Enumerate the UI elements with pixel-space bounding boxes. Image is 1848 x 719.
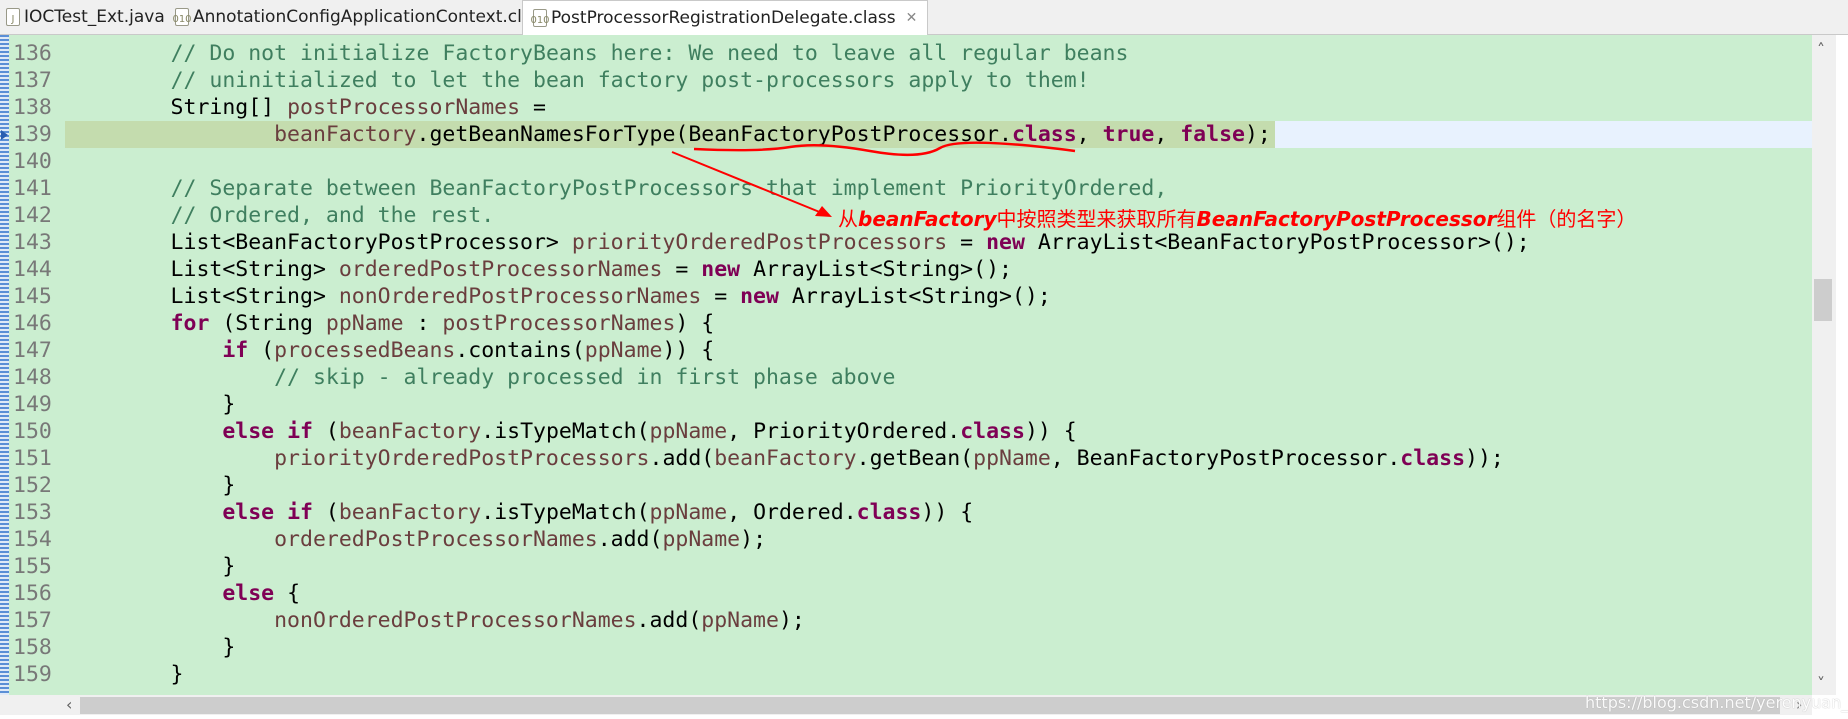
code-text: List<String> nonOrderedPostProcessorName… [67,284,1051,309]
line-number: 147 [13,338,52,363]
code-line[interactable]: 136 // Do not initialize FactoryBeans he… [0,40,1812,67]
code-line[interactable]: 156 else { [0,580,1812,607]
line-number: 153 [13,500,52,525]
annotation-part: beanFactory [858,207,997,231]
tab-label: PostProcessorRegistrationDelegate.class [551,8,896,28]
code-line[interactable]: 157 nonOrderedPostProcessorNames.add(ppN… [0,607,1812,634]
code-line[interactable]: 143 List<BeanFactoryPostProcessor> prior… [0,229,1812,256]
scroll-left-icon[interactable]: ‹ [66,695,72,714]
code-text: // Separate between BeanFactoryPostProce… [170,176,1168,201]
line-number: 145 [13,284,52,309]
code-text: else { [222,581,301,606]
code-text: for (String ppName : postProcessorNames)… [170,311,715,336]
code-text: priorityOrderedPostProcessors.add(beanFa… [274,446,1504,471]
tab-annotation-config-application-context[interactable]: 010 AnnotationConfigApplicationContext.cl… [172,0,550,34]
code-text: List<BeanFactoryPostProcessor> priorityO… [67,230,1530,255]
code-text: // uninitialized to let the bean factory… [170,68,1090,93]
vertical-scrollbar[interactable] [1812,35,1836,695]
line-number: 137 [13,68,52,93]
code-line[interactable]: 141 // Separate between BeanFactoryPostP… [0,175,1812,202]
current-line-marker-icon [1,130,8,140]
line-number: 149 [13,392,52,417]
code-line[interactable]: 147 if (processedBeans.contains(ppName))… [0,337,1812,364]
code-text: // skip - already processed in first pha… [274,365,896,390]
code-text: List<String> orderedPostProcessorNames =… [67,257,1012,282]
line-number: 141 [13,176,52,201]
line-number: 148 [13,365,52,390]
code-line[interactable]: 158 } [0,634,1812,661]
line-number: 157 [13,608,52,633]
code-text: beanFactory.getBeanNamesForType(BeanFact… [274,122,1271,147]
code-line[interactable]: 152 } [0,472,1812,499]
watermark: https://blog.csdn.net/yerenyuan_pku [1585,693,1848,712]
code-text: } [67,635,236,660]
line-number: 136 [13,41,52,66]
code-editor[interactable]: 136 // Do not initialize FactoryBeans he… [0,35,1812,695]
tab-label: AnnotationConfigApplicationContext.class [193,7,550,27]
code-line[interactable]: 138 String[] postProcessorNames = [0,94,1812,121]
tab-label: IOCTest_Ext.java [24,7,165,27]
code-text: } [67,554,236,579]
code-line[interactable]: 144 List<String> orderedPostProcessorNam… [0,256,1812,283]
code-text: else if (beanFactory.isTypeMatch(ppName,… [222,500,974,525]
class-file-icon: 010 [530,9,550,27]
code-text: } [67,473,236,498]
code-line[interactable]: 137 // uninitialized to let the bean fac… [0,67,1812,94]
scroll-down-icon[interactable]: ˅ [1817,674,1825,693]
code-line[interactable]: 151 priorityOrderedPostProcessors.add(be… [0,445,1812,472]
code-line[interactable]: 145 List<String> nonOrderedPostProcessor… [0,283,1812,310]
code-line[interactable]: 140 [0,148,1812,175]
line-number: 152 [13,473,52,498]
class-file-icon: 010 [172,8,192,26]
annotation-part: BeanFactoryPostProcessor [1196,207,1497,231]
line-number: 143 [13,230,52,255]
scroll-up-icon[interactable]: ˄ [1817,40,1825,59]
code-line[interactable]: 153 else if (beanFactory.isTypeMatch(ppN… [0,499,1812,526]
current-line-highlight [1275,121,1812,148]
annotation-part: 组件（的名字） [1496,207,1637,231]
code-line[interactable]: 146 for (String ppName : postProcessorNa… [0,310,1812,337]
line-number: 144 [13,257,52,282]
vertical-scrollbar-thumb[interactable] [1814,279,1832,321]
code-text: } [67,662,184,687]
code-text: nonOrderedPostProcessorNames.add(ppName)… [274,608,805,633]
code-text: // Do not initialize FactoryBeans here: … [170,41,1129,66]
line-number: 158 [13,635,52,660]
line-number: 142 [13,203,52,228]
code-line[interactable]: 154 orderedPostProcessorNames.add(ppName… [0,526,1812,553]
close-tab-icon[interactable]: ✕ [906,10,918,26]
java-file-icon: J [6,8,20,26]
code-line[interactable]: 150 else if (beanFactory.isTypeMatch(ppN… [0,418,1812,445]
line-number: 146 [13,311,52,336]
code-text: else if (beanFactory.isTypeMatch(ppName,… [222,419,1077,444]
code-text: // Ordered, and the rest. [170,203,495,228]
line-number: 156 [13,581,52,606]
tab-ioctest-ext[interactable]: J IOCTest_Ext.java [6,0,165,34]
line-number: 155 [13,554,52,579]
line-number: 150 [13,419,52,444]
editor-tab-bar: J IOCTest_Ext.java 010 AnnotationConfigApp… [0,0,1848,35]
code-line[interactable]: 159 } [0,661,1812,688]
tab-post-processor-registration-delegate[interactable]: 010 PostProcessorRegistrationDelegate.cla… [522,0,929,35]
code-line[interactable]: 155 } [0,553,1812,580]
line-number: 154 [13,527,52,552]
line-number: 151 [13,446,52,471]
annotation-part: 从 [838,207,858,231]
horizontal-scrollbar-thumb[interactable] [80,697,1780,714]
line-number: 138 [13,95,52,120]
code-line[interactable]: 139 beanFactory.getBeanNamesForType(Bean… [0,121,1812,148]
code-text: } [67,392,236,417]
annotation-text: 从beanFactory中按照类型来获取所有BeanFactoryPostPro… [838,203,1636,232]
code-text: if (processedBeans.contains(ppName)) { [222,338,715,363]
annotation-part: 中按照类型来获取所有 [996,207,1197,231]
code-line[interactable]: 148 // skip - already processed in first… [0,364,1812,391]
line-number: 139 [13,122,52,147]
line-number: 140 [13,149,52,174]
code-text: String[] postProcessorNames = [67,95,546,120]
code-text: orderedPostProcessorNames.add(ppName); [274,527,767,552]
line-number: 159 [13,662,52,687]
code-line[interactable]: 149 } [0,391,1812,418]
